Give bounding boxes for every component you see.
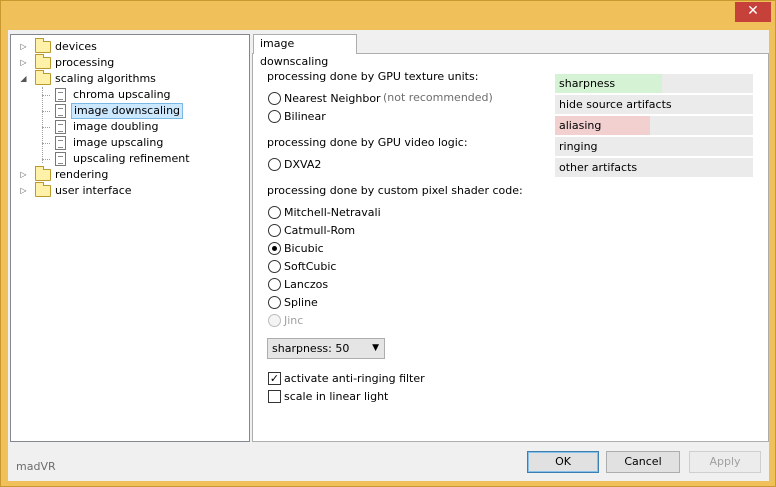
tree-item-label: scaling algorithms <box>55 72 156 85</box>
folder-icon <box>35 70 51 85</box>
sharpness-dropdown[interactable]: sharpness: 50 ▼ <box>267 338 385 359</box>
cancel-button[interactable]: Cancel <box>606 451 680 473</box>
folder-icon <box>35 166 51 181</box>
quality-label: ringing <box>559 140 598 153</box>
expand-icon[interactable]: ▷ <box>19 55 28 71</box>
anti-ringing-label[interactable]: activate anti-ringing filter <box>284 372 425 386</box>
tree-item-image-doubling[interactable]: image doubling <box>19 119 219 135</box>
gpu-texture-heading: processing done by GPU texture units: <box>267 70 479 83</box>
radio-catmull-rom[interactable] <box>268 224 281 237</box>
radio-jinc <box>268 314 281 327</box>
tree-item-label: image downscaling <box>71 103 184 119</box>
quality-row: other artifacts <box>555 158 753 177</box>
tree-item-label: image upscaling <box>73 136 164 149</box>
linear-light-checkbox[interactable] <box>268 390 281 403</box>
tree-item-label: processing <box>55 56 115 69</box>
label-bicubic[interactable]: Bicubic <box>284 242 324 256</box>
tree-item-devices[interactable]: ▷ devices <box>19 38 219 55</box>
radio-nearest-neighbor[interactable] <box>268 92 281 105</box>
quality-label: other artifacts <box>559 161 638 174</box>
tree-item-label: rendering <box>55 168 109 181</box>
folder-icon <box>35 182 51 197</box>
checkmark-icon: ✓ <box>269 372 280 385</box>
settings-panel: processing done by GPU texture units: Ne… <box>252 53 769 442</box>
linear-light-label[interactable]: scale in linear light <box>284 390 388 404</box>
tab-image-downscaling[interactable]: image downscaling <box>253 34 357 68</box>
expand-icon[interactable]: ▷ <box>19 39 28 55</box>
label-jinc: Jinc <box>284 314 304 327</box>
folder-icon <box>35 54 51 69</box>
sharpness-value: sharpness: 50 <box>272 342 350 355</box>
expand-icon[interactable]: ▷ <box>19 183 28 199</box>
quality-label: hide source artifacts <box>559 98 672 111</box>
close-button[interactable]: ✕ <box>735 2 771 22</box>
close-icon: ✕ <box>747 3 759 19</box>
label-catmull-rom[interactable]: Catmull-Rom <box>284 224 355 238</box>
tree-item-upscaling-refinement[interactable]: upscaling refinement <box>19 151 219 167</box>
gpu-video-heading: processing done by GPU video logic: <box>267 136 468 149</box>
settings-window: ✕ ▷ devices ▷ processing ◢ scaling algor… <box>0 0 776 487</box>
radio-softcubic[interactable] <box>268 260 281 273</box>
radio-bicubic[interactable] <box>268 242 281 255</box>
tree-item-image-upscaling[interactable]: image upscaling <box>19 135 219 151</box>
tree-item-scaling-algorithms[interactable]: ◢ scaling algorithms <box>19 70 219 87</box>
label-dxva2[interactable]: DXVA2 <box>284 158 321 172</box>
tree-item-label: user interface <box>55 184 132 197</box>
label-lanczos[interactable]: Lanczos <box>284 278 328 292</box>
tree-item-label: upscaling refinement <box>73 152 190 165</box>
chevron-down-icon: ▼ <box>372 343 379 353</box>
radio-spline[interactable] <box>268 296 281 309</box>
quality-row: sharpness <box>555 74 753 93</box>
radio-bilinear[interactable] <box>268 110 281 123</box>
collapse-icon[interactable]: ◢ <box>19 71 28 87</box>
quality-row: aliasing <box>555 116 753 135</box>
ok-button[interactable]: OK <box>527 451 599 473</box>
tree-item-chroma-upscaling[interactable]: chroma upscaling <box>19 87 219 103</box>
tree-item-image-downscaling[interactable]: image downscaling <box>19 103 219 119</box>
tree-item-label: chroma upscaling <box>73 88 171 101</box>
quality-row: ringing <box>555 137 753 156</box>
label-nearest-neighbor[interactable]: Nearest Neighbor <box>284 92 381 106</box>
label-bilinear[interactable]: Bilinear <box>284 110 326 124</box>
app-name: madVR <box>16 460 56 473</box>
folder-icon <box>35 38 51 53</box>
document-icon <box>55 104 66 118</box>
label-spline[interactable]: Spline <box>284 296 318 310</box>
anti-ringing-checkbox[interactable]: ✓ <box>268 372 281 385</box>
tree-item-label: image doubling <box>73 120 159 133</box>
document-icon <box>55 120 66 134</box>
radio-lanczos[interactable] <box>268 278 281 291</box>
not-recommended-note: (not recommended) <box>383 91 493 104</box>
title-bar[interactable]: ✕ <box>1 1 775 29</box>
label-mitchell-netravali[interactable]: Mitchell-Netravali <box>284 206 381 220</box>
quality-label: aliasing <box>559 119 602 132</box>
radio-dxva2[interactable] <box>268 158 281 171</box>
tree-item-processing[interactable]: ▷ processing <box>19 54 219 71</box>
tree-item-user-interface[interactable]: ▷ user interface <box>19 182 219 199</box>
apply-button: Apply <box>689 451 761 473</box>
document-icon <box>55 136 66 150</box>
quality-label: sharpness <box>559 77 616 90</box>
label-softcubic[interactable]: SoftCubic <box>284 260 336 274</box>
expand-icon[interactable]: ▷ <box>19 167 28 183</box>
tree-item-label: devices <box>55 40 97 53</box>
settings-tree[interactable]: ▷ devices ▷ processing ◢ scaling algorit… <box>10 34 250 442</box>
tree-item-rendering[interactable]: ▷ rendering <box>19 166 219 183</box>
document-icon <box>55 88 66 102</box>
client-area: ▷ devices ▷ processing ◢ scaling algorit… <box>8 30 769 481</box>
radio-mitchell-netravali[interactable] <box>268 206 281 219</box>
document-icon <box>55 152 66 166</box>
quality-row: hide source artifacts <box>555 95 753 114</box>
shader-heading: processing done by custom pixel shader c… <box>267 184 523 197</box>
